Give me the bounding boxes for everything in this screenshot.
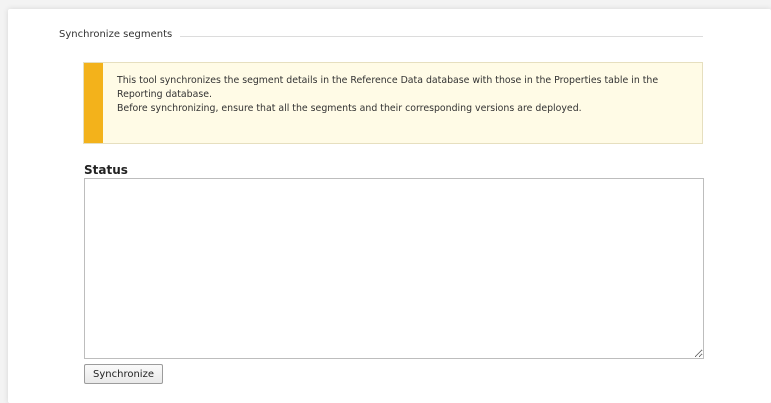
- notice-text: This tool synchronizes the segment detai…: [117, 74, 692, 116]
- synchronize-button[interactable]: Synchronize: [84, 364, 163, 384]
- notice-line-2: Before synchronizing, ensure that all th…: [117, 103, 582, 114]
- status-label: Status: [84, 163, 128, 177]
- info-notice: This tool synchronizes the segment detai…: [83, 62, 703, 144]
- status-textarea[interactable]: [84, 178, 704, 359]
- notice-line-1: This tool synchronizes the segment detai…: [117, 75, 659, 100]
- notice-accent-bar: [84, 63, 103, 143]
- section-title: Synchronize segments: [59, 29, 181, 40]
